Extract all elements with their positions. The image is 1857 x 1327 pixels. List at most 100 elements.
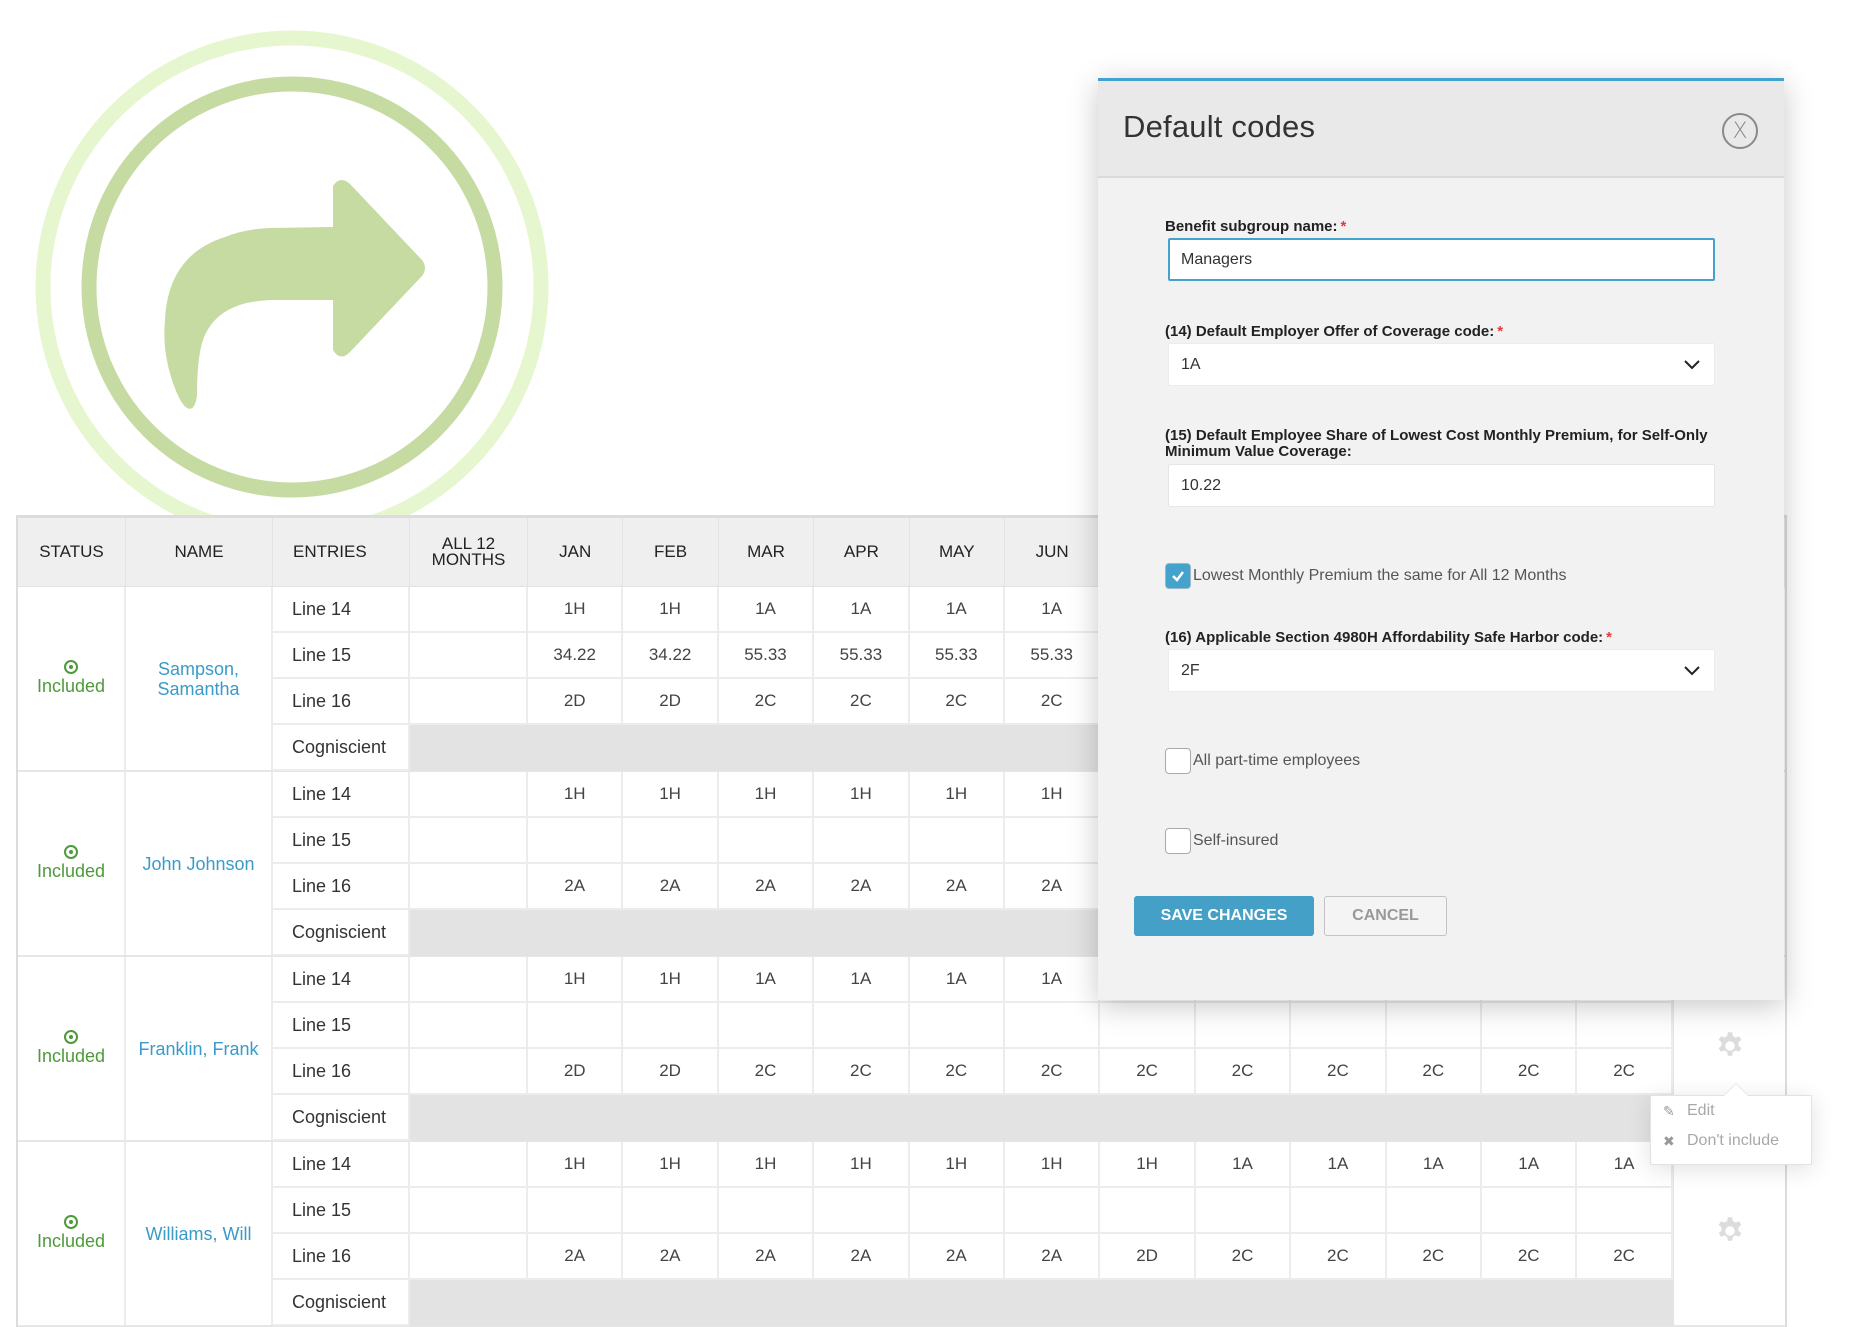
month-cell-jan[interactable]: 1H [528, 587, 624, 633]
cancel-button[interactable]: CANCEL [1324, 896, 1447, 936]
month-cell-may[interactable]: 1H [909, 1142, 1005, 1188]
month-cell-apr[interactable] [814, 1003, 910, 1049]
month-cell-jul[interactable] [1100, 1188, 1196, 1234]
month-cell-jun[interactable]: 1H [1005, 1142, 1101, 1188]
month-cell-feb[interactable]: 1H [623, 587, 719, 633]
month-cell-oct[interactable]: 1A [1386, 1142, 1482, 1188]
month-cell-feb[interactable] [623, 1188, 719, 1234]
month-cell-jan[interactable]: 1H [528, 772, 624, 818]
subgroup-name-input[interactable] [1168, 238, 1715, 281]
month-cell-jan[interactable]: 2A [528, 1234, 624, 1280]
month-cell-aug[interactable] [1195, 1003, 1292, 1049]
gear-icon[interactable] [1715, 1216, 1745, 1251]
month-cell-jun[interactable] [1005, 1188, 1101, 1234]
month-cell-oct[interactable]: 2C [1386, 1049, 1482, 1095]
month-cell-jan[interactable] [528, 818, 624, 864]
month-cell-may[interactable]: 2A [909, 864, 1005, 910]
month-cell-apr[interactable]: 2A [814, 864, 910, 910]
month-cell-jun[interactable]: 2C [1005, 679, 1101, 725]
all-12-months-cell[interactable] [410, 587, 528, 633]
all-12-months-cell[interactable] [410, 633, 528, 679]
month-cell-feb[interactable] [623, 1003, 719, 1049]
month-cell-jan[interactable]: 2A [528, 864, 624, 910]
month-cell-oct[interactable] [1386, 1188, 1482, 1234]
safe-harbor-select[interactable]: 2F [1168, 649, 1715, 692]
month-cell-feb[interactable]: 1H [623, 772, 719, 818]
month-cell-jun[interactable] [1005, 1003, 1101, 1049]
all-12-months-cell[interactable] [410, 1142, 528, 1188]
month-cell-may[interactable]: 2A [909, 1234, 1005, 1280]
self-insured-checkbox[interactable] [1165, 828, 1191, 854]
month-cell-jun[interactable]: 1A [1005, 587, 1101, 633]
month-cell-mar[interactable]: 55.33 [718, 633, 815, 679]
same-all-months-checkbox-row[interactable]: Lowest Monthly Premium the same for All … [1165, 563, 1567, 589]
month-cell-apr[interactable]: 55.33 [814, 633, 910, 679]
self-insured-checkbox-row[interactable]: Self-insured [1165, 828, 1278, 854]
month-cell-feb[interactable]: 2D [623, 679, 719, 725]
month-cell-jun[interactable]: 1H [1005, 772, 1101, 818]
month-cell-may[interactable] [909, 1003, 1005, 1049]
month-cell-feb[interactable] [623, 818, 719, 864]
month-cell-feb[interactable]: 2A [623, 864, 719, 910]
month-cell-apr[interactable] [814, 1188, 910, 1234]
save-changes-button[interactable]: SAVE CHANGES [1134, 896, 1314, 936]
month-cell-sep[interactable]: 1A [1291, 1142, 1387, 1188]
month-cell-feb[interactable]: 2D [623, 1049, 719, 1095]
month-cell-may[interactable] [909, 818, 1005, 864]
month-cell-may[interactable]: 55.33 [909, 633, 1005, 679]
month-cell-sep[interactable] [1291, 1188, 1387, 1234]
month-cell-jul[interactable]: 2C [1100, 1049, 1196, 1095]
month-cell-aug[interactable]: 1A [1195, 1142, 1292, 1188]
month-cell-jan[interactable]: 2D [528, 679, 624, 725]
month-cell-mar[interactable]: 2C [718, 679, 815, 725]
month-cell-apr[interactable] [814, 818, 910, 864]
all-12-months-cell[interactable] [410, 1003, 528, 1049]
same-all-months-checkbox[interactable] [1165, 563, 1191, 589]
month-cell-apr[interactable]: 1H [814, 1142, 910, 1188]
month-cell-mar[interactable] [718, 1003, 815, 1049]
month-cell-jan[interactable]: 34.22 [528, 633, 624, 679]
part-time-checkbox[interactable] [1165, 748, 1191, 774]
month-cell-nov[interactable]: 2C [1482, 1234, 1578, 1280]
month-cell-dec[interactable]: 2C [1577, 1049, 1673, 1095]
month-cell-apr[interactable]: 2C [814, 1049, 910, 1095]
month-cell-may[interactable] [909, 1188, 1005, 1234]
month-cell-jun[interactable]: 1A [1005, 957, 1101, 1003]
all-12-months-cell[interactable] [410, 1234, 528, 1280]
month-cell-aug[interactable] [1195, 1188, 1292, 1234]
all-12-months-cell[interactable] [410, 957, 528, 1003]
month-cell-may[interactable]: 2C [909, 679, 1005, 725]
month-cell-may[interactable]: 1A [909, 587, 1005, 633]
month-cell-mar[interactable]: 2A [718, 1234, 815, 1280]
all-12-months-cell[interactable] [410, 679, 528, 725]
gear-icon[interactable] [1715, 1031, 1745, 1066]
month-cell-sep[interactable] [1291, 1003, 1387, 1049]
all-12-months-cell[interactable] [410, 818, 528, 864]
dont-include-menu-item[interactable]: ✖ Don't include [1651, 1126, 1811, 1156]
all-12-months-cell[interactable] [410, 864, 528, 910]
employee-name-link[interactable]: John Johnson [142, 854, 254, 874]
all-12-months-cell[interactable] [410, 772, 528, 818]
month-cell-jan[interactable]: 2D [528, 1049, 624, 1095]
month-cell-sep[interactable]: 2C [1291, 1234, 1387, 1280]
month-cell-jul[interactable]: 2D [1100, 1234, 1196, 1280]
month-cell-aug[interactable]: 2C [1195, 1234, 1292, 1280]
month-cell-feb[interactable]: 2A [623, 1234, 719, 1280]
month-cell-nov[interactable] [1482, 1188, 1578, 1234]
month-cell-jan[interactable]: 1H [528, 1142, 624, 1188]
month-cell-jun[interactable]: 55.33 [1005, 633, 1101, 679]
month-cell-oct[interactable]: 2C [1386, 1234, 1482, 1280]
month-cell-dec[interactable]: 2C [1577, 1234, 1673, 1280]
close-button[interactable]: X [1722, 113, 1758, 149]
offer-code-select[interactable]: 1A [1168, 343, 1715, 386]
month-cell-nov[interactable]: 2C [1482, 1049, 1578, 1095]
month-cell-jun[interactable] [1005, 818, 1101, 864]
month-cell-nov[interactable]: 1A [1482, 1142, 1578, 1188]
month-cell-jul[interactable] [1100, 1003, 1196, 1049]
month-cell-jun[interactable]: 2C [1005, 1049, 1101, 1095]
all-12-months-cell[interactable] [410, 1049, 528, 1095]
employee-name-link[interactable]: Sampson, Samantha [134, 659, 263, 699]
month-cell-mar[interactable]: 1H [718, 1142, 815, 1188]
month-cell-mar[interactable] [718, 1188, 815, 1234]
month-cell-jan[interactable]: 1H [528, 957, 624, 1003]
